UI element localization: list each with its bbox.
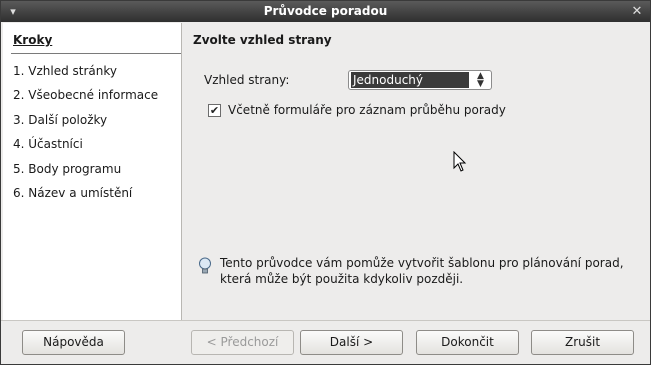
steps-list: 1. Vzhled stránky 2. Všeobecné informace… bbox=[13, 63, 158, 209]
close-icon[interactable]: ✕ bbox=[629, 4, 645, 19]
page-style-select[interactable]: Jednoduchý ▲ ▼ bbox=[348, 70, 492, 90]
step-item-4[interactable]: 4. Účastníci bbox=[13, 136, 158, 160]
window-title: Průvodce poradou bbox=[263, 4, 388, 18]
minutes-form-checkbox[interactable]: ✔ bbox=[208, 104, 221, 117]
wizard-window: ▾ Průvodce poradou ✕ Kroky 1. Vzhled str… bbox=[0, 0, 651, 365]
next-button[interactable]: Další > bbox=[300, 330, 403, 355]
minutes-form-label[interactable]: Včetně formuláře pro záznam průběhu pora… bbox=[228, 103, 506, 117]
main-panel: Zvolte vzhled strany Vzhled strany: Jedn… bbox=[182, 23, 649, 320]
steps-heading: Kroky bbox=[13, 33, 53, 47]
lightbulb-icon bbox=[199, 257, 211, 274]
page-style-label: Vzhled strany: bbox=[204, 73, 290, 87]
step-item-6[interactable]: 6. Název a umístění bbox=[13, 185, 158, 209]
help-button[interactable]: Nápověda bbox=[22, 330, 125, 355]
cancel-button[interactable]: Zrušit bbox=[531, 330, 634, 355]
steps-sidebar: Kroky 1. Vzhled stránky 2. Všeobecné inf… bbox=[3, 23, 182, 320]
title-bar[interactable]: ▾ Průvodce poradou ✕ bbox=[1, 1, 650, 22]
description-line-1: Tento průvodce vám pomůže vytvořit šablo… bbox=[220, 256, 624, 270]
steps-divider bbox=[11, 53, 181, 54]
mouse-pointer-icon bbox=[453, 151, 467, 172]
up-down-arrows-icon[interactable]: ▲ ▼ bbox=[472, 72, 489, 89]
page-title: Zvolte vzhled strany bbox=[193, 33, 332, 47]
step-item-3[interactable]: 3. Další položky bbox=[13, 112, 158, 136]
previous-button[interactable]: < Předchozí bbox=[191, 330, 294, 355]
finish-button[interactable]: Dokončit bbox=[416, 330, 519, 355]
step-item-2[interactable]: 2. Všeobecné informace bbox=[13, 87, 158, 111]
step-item-5[interactable]: 5. Body programu bbox=[13, 161, 158, 185]
description-line-2: která může být použita kdykoliv později. bbox=[220, 271, 464, 286]
step-item-1[interactable]: 1. Vzhled stránky bbox=[13, 63, 158, 87]
page-style-value[interactable]: Jednoduchý bbox=[351, 72, 469, 88]
footer-divider bbox=[1, 320, 650, 321]
wizard-description: Tento průvodce vám pomůže vytvořit šablo… bbox=[220, 256, 640, 287]
